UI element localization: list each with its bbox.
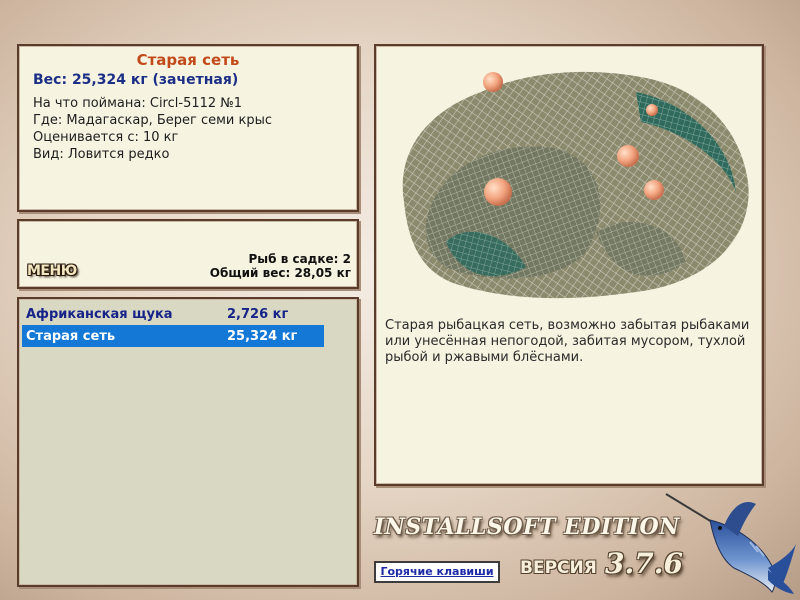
fish-weight: Вес: 25,324 кг (зачетная)	[33, 72, 239, 88]
caught-on-text: На что поймана: Circl-5112 №1	[33, 96, 243, 111]
fish-count-text: Рыб в садке: 2	[248, 252, 352, 266]
version-label: ВЕРСИЯ	[520, 558, 597, 578]
location-text: Где: Мадагаскар, Берег семи крыс	[33, 113, 273, 128]
fishing-net-image	[402, 71, 749, 299]
fish-name: Африканская щука	[26, 307, 173, 322]
fish-weight-cell: 2,726 кг	[227, 307, 289, 322]
fish-description: Старая рыбацкая сеть, возможно забытая р…	[385, 318, 750, 365]
fish-info-panel: Старая сеть Вес: 25,324 кг (зачетная) На…	[17, 44, 359, 212]
menu-button[interactable]: МЕНЮ	[27, 263, 77, 279]
edition-logo-text: INSTALLSOFT EDITION	[374, 514, 680, 540]
marlin-icon	[665, 493, 796, 594]
catch-list[interactable]: Африканская щука 2,726 кг Старая сеть 25…	[17, 297, 359, 587]
list-item-selected[interactable]: Старая сеть 25,324 кг	[22, 325, 324, 347]
fish-detail-panel: Старая рыбацкая сеть, возможно забытая р…	[374, 44, 764, 486]
rarity-text: Вид: Ловится редко	[33, 147, 170, 162]
fish-weight-cell: 25,324 кг	[227, 329, 298, 344]
fish-name: Старая сеть	[26, 329, 116, 344]
keepnet-status-panel: МЕНЮ Рыб в садке: 2 Общий вес: 28,05 кг	[17, 219, 359, 289]
list-item[interactable]: Африканская щука 2,726 кг	[22, 303, 324, 325]
valued-from-text: Оценивается с: 10 кг	[33, 130, 179, 145]
total-weight-text: Общий вес: 28,05 кг	[209, 266, 351, 280]
fish-title: Старая сеть	[136, 51, 240, 69]
hotkeys-button[interactable]: Горячие клавиши	[374, 561, 500, 583]
